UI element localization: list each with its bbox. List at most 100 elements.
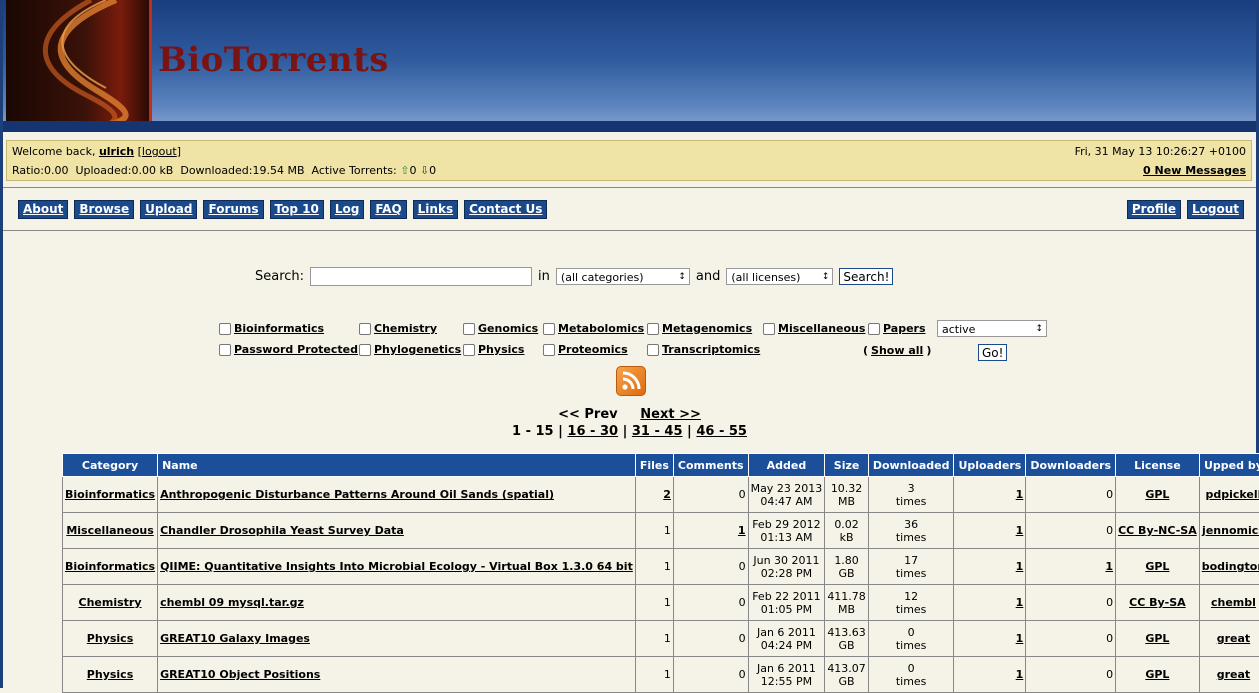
- uploader-link[interactable]: great: [1199, 657, 1259, 693]
- filter-genomics[interactable]: Genomics: [463, 322, 538, 335]
- category-select[interactable]: (all categories): [556, 268, 690, 285]
- uploaders-count[interactable]: 1: [954, 657, 1026, 693]
- col-files[interactable]: Files: [635, 454, 673, 477]
- checkbox[interactable]: [647, 344, 659, 356]
- search-input[interactable]: [310, 267, 532, 286]
- downloaders-count[interactable]: 1: [1026, 549, 1116, 585]
- go-button[interactable]: Go!: [978, 344, 1007, 361]
- nav-top10[interactable]: Top 10: [270, 200, 324, 219]
- torrent-name-link[interactable]: Chandler Drosophila Yeast Survey Data: [158, 513, 636, 549]
- page-46-55[interactable]: 46 - 55: [696, 424, 747, 439]
- uploaders-count[interactable]: 1: [954, 513, 1026, 549]
- col-downloaded[interactable]: Downloaded: [868, 454, 954, 477]
- uploader-link[interactable]: great: [1199, 621, 1259, 657]
- col-comments[interactable]: Comments: [673, 454, 748, 477]
- col-downloaders[interactable]: Downloaders: [1026, 454, 1116, 477]
- col-upped-by[interactable]: Upped by: [1199, 454, 1259, 477]
- rss-feed-icon[interactable]: [616, 366, 646, 396]
- license-link[interactable]: GPL: [1116, 621, 1200, 657]
- category-link[interactable]: Bioinformatics: [63, 549, 158, 585]
- filter-miscellaneous[interactable]: Miscellaneous: [763, 322, 865, 335]
- uploaders-count[interactable]: 1: [954, 621, 1026, 657]
- site-logo[interactable]: [6, 0, 152, 121]
- prev-page[interactable]: << Prev: [558, 407, 618, 422]
- category-link[interactable]: Physics: [63, 621, 158, 657]
- torrent-name-link[interactable]: Anthropogenic Disturbance Patterns Aroun…: [158, 477, 636, 513]
- col-license[interactable]: License: [1116, 454, 1200, 477]
- license-link[interactable]: CC By-SA: [1116, 585, 1200, 621]
- category-link[interactable]: Miscellaneous: [63, 513, 158, 549]
- filter-password-protected[interactable]: Password Protected: [219, 343, 358, 356]
- status-select[interactable]: active: [937, 320, 1047, 337]
- filter-metabolomics[interactable]: Metabolomics: [543, 322, 644, 335]
- col-added[interactable]: Added: [748, 454, 825, 477]
- page-16-30[interactable]: 16 - 30: [567, 424, 618, 439]
- license-link[interactable]: GPL: [1116, 549, 1200, 585]
- arrow-down-icon: ⇩: [420, 164, 429, 177]
- uploader-link[interactable]: bodington: [1199, 549, 1259, 585]
- checkbox[interactable]: [359, 344, 371, 356]
- uploader-link[interactable]: jennomics: [1199, 513, 1259, 549]
- search-label: Search:: [255, 269, 304, 284]
- nav-profile[interactable]: Profile: [1127, 200, 1181, 219]
- checkbox[interactable]: [543, 323, 555, 335]
- torrent-name-link[interactable]: chembl 09 mysql.tar.gz: [158, 585, 636, 621]
- uploader-link[interactable]: pdpickell: [1199, 477, 1259, 513]
- filter-transcriptomics[interactable]: Transcriptomics: [647, 343, 760, 356]
- checkbox[interactable]: [359, 323, 371, 335]
- checkbox[interactable]: [763, 323, 775, 335]
- comments-count[interactable]: 1: [673, 513, 748, 549]
- nav-about[interactable]: About: [18, 200, 68, 219]
- col-category[interactable]: Category: [63, 454, 158, 477]
- checkbox[interactable]: [868, 323, 880, 335]
- filter-metagenomics[interactable]: Metagenomics: [647, 322, 752, 335]
- files-count: 1: [635, 549, 673, 585]
- category-link[interactable]: Physics: [63, 657, 158, 693]
- nav-browse[interactable]: Browse: [74, 200, 134, 219]
- search-button[interactable]: Search!: [839, 268, 893, 285]
- nav-upload[interactable]: Upload: [140, 200, 197, 219]
- license-link[interactable]: GPL: [1116, 657, 1200, 693]
- checkbox[interactable]: [219, 344, 231, 356]
- checkbox[interactable]: [463, 323, 475, 335]
- next-page[interactable]: Next >>: [640, 407, 701, 422]
- nav-forums[interactable]: Forums: [203, 200, 263, 219]
- site-title[interactable]: BioTorrents: [158, 40, 389, 80]
- filter-papers[interactable]: Papers: [868, 322, 926, 335]
- nav-contact-us[interactable]: Contact Us: [464, 200, 547, 219]
- torrent-name-link[interactable]: GREAT10 Galaxy Images: [158, 621, 636, 657]
- nav-log[interactable]: Log: [330, 200, 364, 219]
- category-link[interactable]: Bioinformatics: [63, 477, 158, 513]
- col-size[interactable]: Size: [825, 454, 869, 477]
- filter-chemistry[interactable]: Chemistry: [359, 322, 437, 335]
- checkbox[interactable]: [647, 323, 659, 335]
- files-count[interactable]: 2: [635, 477, 673, 513]
- torrent-name-link[interactable]: QIIME: Quantitative Insights Into Microb…: [158, 549, 636, 585]
- filter-proteomics[interactable]: Proteomics: [543, 343, 628, 356]
- nav-faq[interactable]: FAQ: [370, 200, 406, 219]
- filter-physics[interactable]: Physics: [463, 343, 524, 356]
- category-link[interactable]: Chemistry: [63, 585, 158, 621]
- col-uploaders[interactable]: Uploaders: [954, 454, 1026, 477]
- filter-phylogenetics[interactable]: Phylogenetics: [359, 343, 461, 356]
- license-select[interactable]: (all licenses): [726, 268, 833, 285]
- checkbox[interactable]: [543, 344, 555, 356]
- checkbox[interactable]: [463, 344, 475, 356]
- uploaders-count[interactable]: 1: [954, 549, 1026, 585]
- license-link[interactable]: GPL: [1116, 477, 1200, 513]
- page-31-45[interactable]: 31 - 45: [632, 424, 683, 439]
- nav-logout[interactable]: Logout: [1187, 200, 1244, 219]
- nav-links[interactable]: Links: [413, 200, 458, 219]
- license-link[interactable]: CC By-NC-SA: [1116, 513, 1200, 549]
- show-all-link[interactable]: Show all: [871, 344, 923, 357]
- checkbox[interactable]: [219, 323, 231, 335]
- filter-bioinformatics[interactable]: Bioinformatics: [219, 322, 324, 335]
- username-link[interactable]: ulrich: [99, 145, 134, 158]
- uploaders-count[interactable]: 1: [954, 585, 1026, 621]
- logout-link[interactable]: logout: [142, 145, 177, 158]
- col-name[interactable]: Name: [158, 454, 636, 477]
- uploader-link[interactable]: chembl: [1199, 585, 1259, 621]
- torrent-name-link[interactable]: GREAT10 Object Positions: [158, 657, 636, 693]
- messages-link[interactable]: 0 New Messages: [1143, 164, 1246, 177]
- uploaders-count[interactable]: 1: [954, 477, 1026, 513]
